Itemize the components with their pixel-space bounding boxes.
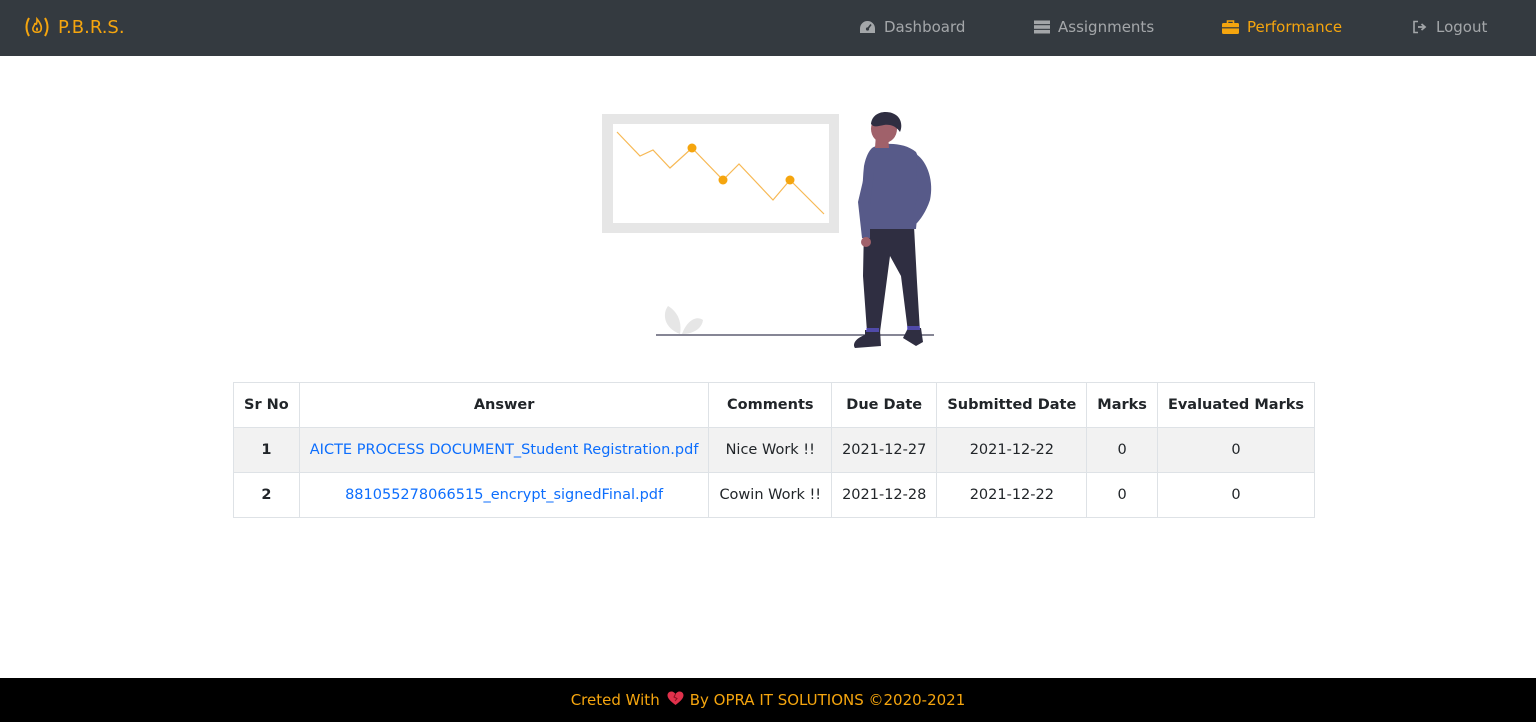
brand-name: P.B.R.S.	[58, 16, 125, 38]
cell-answer: 881055278066515_encrypt_signedFinal.pdf	[298, 472, 710, 518]
person-legs	[863, 226, 920, 332]
table-row: 1 AICTE PROCESS DOCUMENT_Student Registr…	[233, 427, 1316, 473]
answer-file-link[interactable]: AICTE PROCESS DOCUMENT_Student Registrat…	[310, 442, 699, 458]
col-submitted-date: Submitted Date	[936, 382, 1088, 428]
performance-illustration	[590, 106, 950, 356]
nav-assignments[interactable]: Assignments	[1034, 18, 1154, 36]
plant-leaf	[682, 318, 703, 334]
nav-logout-label: Logout	[1436, 18, 1488, 36]
answer-file-link[interactable]: 881055278066515_encrypt_signedFinal.pdf	[345, 487, 663, 503]
heart-icon	[667, 691, 684, 710]
nav-assignments-label: Assignments	[1058, 18, 1155, 36]
cell-comments: Nice Work !!	[708, 427, 833, 473]
cell-marks: 0	[1086, 427, 1158, 473]
cell-evaluated-marks: 0	[1156, 427, 1316, 473]
cell-sr-no: 1	[233, 427, 300, 473]
briefcase-icon	[1222, 20, 1239, 34]
col-evaluated-marks: Evaluated Marks	[1156, 382, 1316, 428]
trend-point	[718, 175, 728, 185]
whiteboard-surface	[613, 124, 829, 223]
cell-evaluated-marks: 0	[1156, 472, 1316, 518]
cell-submitted-date: 2021-12-22	[936, 472, 1088, 518]
cell-sr-no: 2	[233, 472, 300, 518]
cell-marks: 0	[1086, 472, 1158, 518]
footer-prefix: Creted With	[570, 691, 660, 709]
tachometer-icon	[860, 20, 875, 33]
trend-point	[687, 143, 697, 153]
col-marks: Marks	[1086, 382, 1158, 428]
fire-icon	[23, 15, 51, 39]
performance-table-container: Sr No Answer Comments Due Date Submitted…	[233, 382, 1316, 518]
cell-due-date: 2021-12-27	[831, 427, 938, 473]
col-sr-no: Sr No	[233, 382, 300, 428]
cell-comments: Cowin Work !!	[708, 472, 833, 518]
server-icon	[1034, 20, 1050, 34]
performance-table: Sr No Answer Comments Due Date Submitted…	[233, 382, 1316, 518]
sign-out-icon	[1413, 20, 1427, 34]
cell-due-date: 2021-12-28	[831, 472, 938, 518]
table-row: 2 881055278066515_encrypt_signedFinal.pd…	[233, 472, 1316, 518]
col-comments: Comments	[708, 382, 833, 428]
cell-answer: AICTE PROCESS DOCUMENT_Student Registrat…	[298, 427, 710, 473]
plant-leaf	[664, 306, 681, 334]
col-answer: Answer	[298, 382, 710, 428]
footer: Creted With By OPRA IT SOLUTIONS ©2020-2…	[0, 678, 1536, 722]
brand-link[interactable]: P.B.R.S.	[23, 15, 125, 39]
nav-performance[interactable]: Performance	[1222, 18, 1342, 36]
cell-submitted-date: 2021-12-22	[936, 427, 1088, 473]
nav-logout[interactable]: Logout	[1412, 18, 1487, 36]
nav-dashboard-label: Dashboard	[884, 18, 966, 36]
table-header-row: Sr No Answer Comments Due Date Submitted…	[233, 382, 1316, 428]
nav-performance-label: Performance	[1247, 18, 1343, 36]
col-due-date: Due Date	[831, 382, 938, 428]
nav-dashboard[interactable]: Dashboard	[859, 18, 965, 36]
navbar: P.B.R.S. Dashboard Assignments Performan…	[0, 0, 1536, 56]
footer-suffix: By OPRA IT SOLUTIONS ©2020-2021	[689, 691, 966, 709]
trend-point	[785, 175, 795, 185]
